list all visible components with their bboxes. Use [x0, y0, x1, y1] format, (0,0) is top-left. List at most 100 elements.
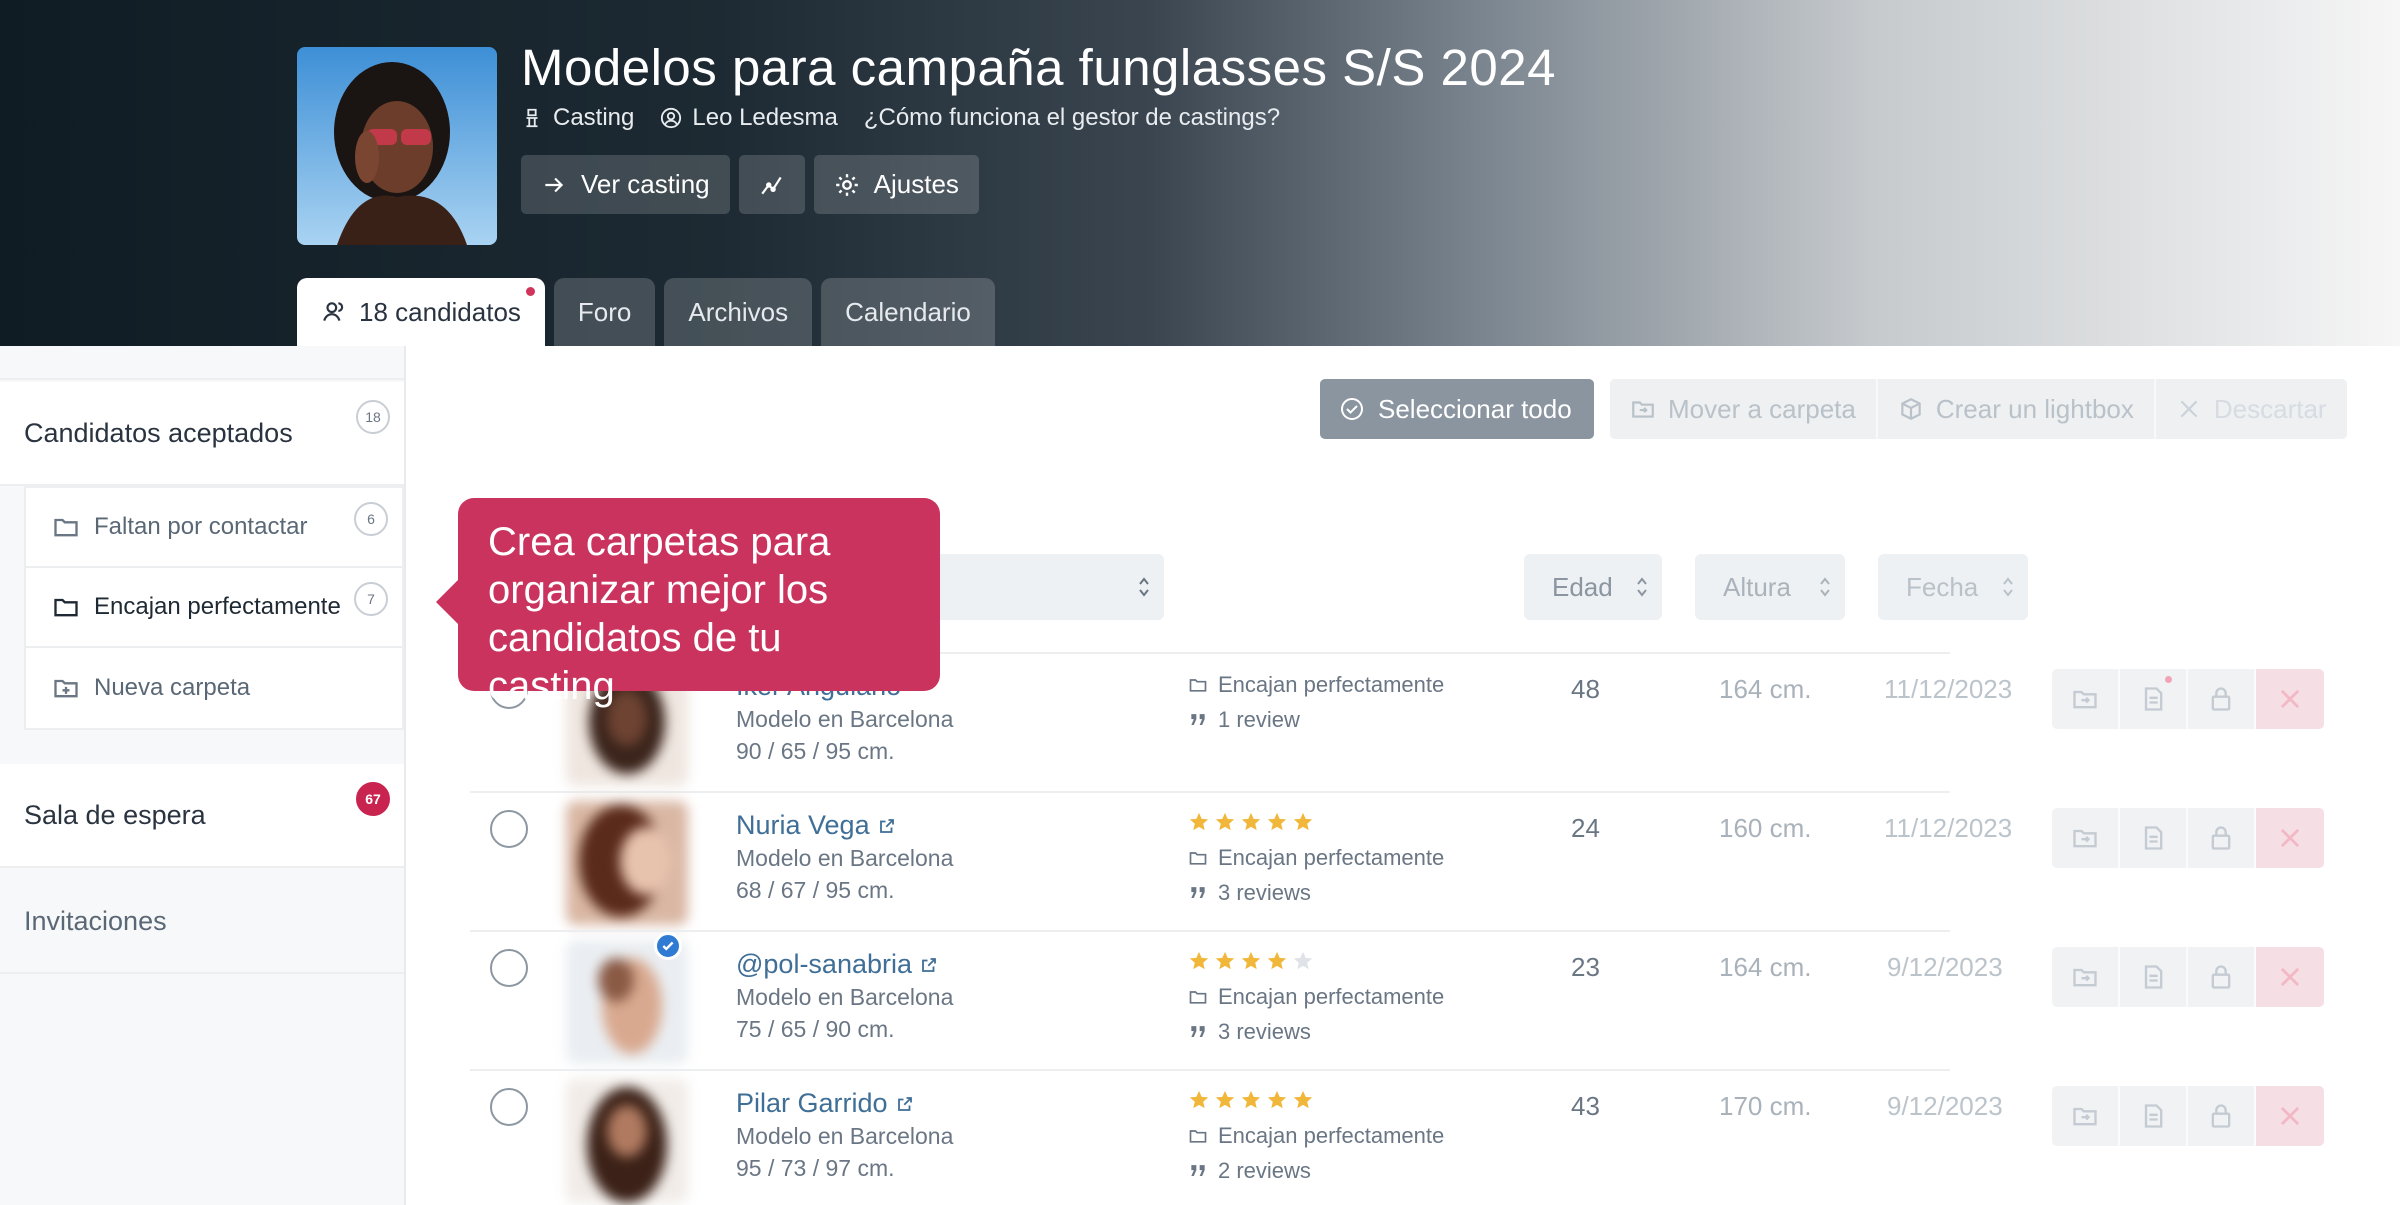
folder-item-to-contact[interactable]: Faltan por contactar 6 [26, 488, 402, 568]
arrow-right-icon [545, 177, 564, 192]
tab-files[interactable]: Archivos [664, 278, 813, 346]
star-filled-icon[interactable] [1188, 811, 1210, 833]
new-folder-button[interactable]: Nueva carpeta [26, 648, 402, 728]
verified-badge-icon [654, 932, 682, 960]
candidate-age: 23 [1571, 952, 1600, 982]
star-filled-icon[interactable] [1266, 1089, 1288, 1111]
star-filled-icon[interactable] [1240, 950, 1262, 972]
star-filled-icon[interactable] [1188, 950, 1210, 972]
casting-owner[interactable]: Leo Ledesma [660, 104, 838, 132]
candidate-role: Modelo en Barcelona [736, 984, 954, 1010]
star-filled-icon[interactable] [1292, 1089, 1314, 1111]
star-filled-icon[interactable] [1266, 811, 1288, 833]
candidate-reviews[interactable]: 1 review [1188, 707, 1300, 733]
onboarding-tooltip[interactable]: Crea carpetas para organizar mejor los c… [436, 498, 940, 708]
lock-button[interactable] [2188, 808, 2256, 868]
select-radio[interactable] [490, 949, 528, 987]
casting-type: Casting [521, 104, 634, 132]
sort-icon [1637, 577, 1647, 597]
quote-icon [1191, 1026, 1205, 1037]
move-folder-button[interactable] [2052, 669, 2120, 729]
casting-meta: Casting Leo Ledesma ¿Cómo funciona el ge… [521, 104, 1280, 132]
star-filled-icon[interactable] [1214, 1089, 1236, 1111]
rating-stars[interactable] [1188, 1089, 1314, 1111]
close-icon [2180, 400, 2198, 418]
stats-button[interactable] [738, 155, 805, 214]
lock-button[interactable] [2188, 947, 2256, 1007]
star-filled-icon[interactable] [1214, 950, 1236, 972]
discard-button[interactable] [2256, 808, 2324, 868]
row-actions [2052, 808, 2324, 868]
rating-stars[interactable] [1188, 950, 1314, 972]
notes-button[interactable] [2120, 669, 2188, 729]
rating-stars[interactable] [1188, 811, 1314, 833]
select-radio[interactable] [490, 1088, 528, 1126]
folder-move-icon [2073, 829, 2097, 848]
folder-icon [1189, 991, 1207, 1004]
star-filled-icon[interactable] [1266, 950, 1288, 972]
help-link[interactable]: ¿Cómo funciona el gestor de castings? [864, 104, 1280, 132]
candidate-reviews[interactable]: 3 reviews [1188, 880, 1311, 906]
close-icon [2280, 689, 2300, 709]
candidate-reviews[interactable]: 3 reviews [1188, 1019, 1311, 1045]
folder-icon [54, 518, 78, 537]
notes-button[interactable] [2120, 947, 2188, 1007]
move-folder-button[interactable] [2052, 1086, 2120, 1146]
star-empty-icon[interactable] [1292, 950, 1314, 972]
lock-icon [2211, 1104, 2231, 1128]
discard-button[interactable] [2256, 947, 2324, 1007]
star-filled-icon[interactable] [1292, 811, 1314, 833]
sidebar-item-waiting-room[interactable]: Sala de espera 67 [0, 764, 404, 868]
sort-date[interactable]: Fecha [1878, 554, 2028, 620]
candidate-photo[interactable] [566, 1079, 688, 1203]
candidate-height: 170 cm. [1719, 1091, 1812, 1121]
candidate-folder: Encajan perfectamente [1188, 984, 1444, 1010]
tab-forum[interactable]: Foro [553, 278, 656, 346]
move-to-folder-button[interactable]: Mover a carpeta [1610, 379, 1878, 439]
tab-candidates[interactable]: 18 candidatos [297, 278, 545, 346]
create-lightbox-button[interactable]: Crear un lightbox [1878, 379, 2156, 439]
sidebar-item-accepted[interactable]: Candidatos aceptados 18 [0, 382, 404, 486]
view-casting-button[interactable]: Ver casting [521, 155, 730, 214]
tab-calendar[interactable]: Calendario [821, 278, 995, 346]
candidate-name[interactable]: @pol-sanabria [736, 949, 938, 980]
select-all-button[interactable]: Seleccionar todo [1320, 379, 1594, 439]
candidate-role: Modelo en Barcelona [736, 1123, 954, 1149]
candidate-reviews[interactable]: 2 reviews [1188, 1158, 1311, 1184]
sort-icon [2003, 577, 2013, 597]
star-filled-icon[interactable] [1240, 811, 1262, 833]
star-filled-icon[interactable] [1240, 1089, 1262, 1111]
candidate-photo[interactable] [566, 801, 688, 925]
lock-button[interactable] [2188, 669, 2256, 729]
candidate-measures: 75 / 65 / 90 cm. [736, 1016, 895, 1042]
folder-move-icon [2073, 1107, 2097, 1126]
discard-button[interactable] [2256, 669, 2324, 729]
candidate-height: 160 cm. [1719, 813, 1812, 843]
candidate-name[interactable]: Nuria Vega [736, 810, 896, 841]
user-circle-icon [661, 107, 682, 129]
row-actions [2052, 1086, 2324, 1146]
sort-height[interactable]: Altura [1695, 554, 1845, 620]
candidate-row[interactable]: @pol-sanabria Modelo en Barcelona 75 / 6… [470, 930, 2324, 1069]
discard-button[interactable]: Descartar [2156, 379, 2347, 439]
notes-button[interactable] [2120, 808, 2188, 868]
sidebar-item-invitations[interactable]: Invitaciones [0, 870, 404, 974]
candidate-row[interactable]: Pilar Garrido Modelo en Barcelona 95 / 7… [470, 1069, 2324, 1205]
discard-button[interactable] [2256, 1086, 2324, 1146]
sort-age[interactable]: Edad [1524, 554, 1662, 620]
lock-button[interactable] [2188, 1086, 2256, 1146]
document-icon [2144, 826, 2163, 850]
candidate-date: 11/12/2023 [1884, 813, 2013, 843]
move-folder-button[interactable] [2052, 808, 2120, 868]
quote-icon [1191, 887, 1205, 898]
select-radio[interactable] [490, 810, 528, 848]
candidate-name[interactable]: Pilar Garrido [736, 1088, 914, 1119]
candidate-row[interactable]: Nuria Vega Modelo en Barcelona 68 / 67 /… [470, 791, 2324, 930]
folder-item-perfect-fit[interactable]: Encajan perfectamente 7 [26, 568, 402, 648]
star-filled-icon[interactable] [1214, 811, 1236, 833]
settings-button[interactable]: Ajustes [813, 155, 979, 214]
star-filled-icon[interactable] [1188, 1089, 1210, 1111]
notes-button[interactable] [2120, 1086, 2188, 1146]
move-folder-button[interactable] [2052, 947, 2120, 1007]
users-icon [323, 302, 344, 321]
